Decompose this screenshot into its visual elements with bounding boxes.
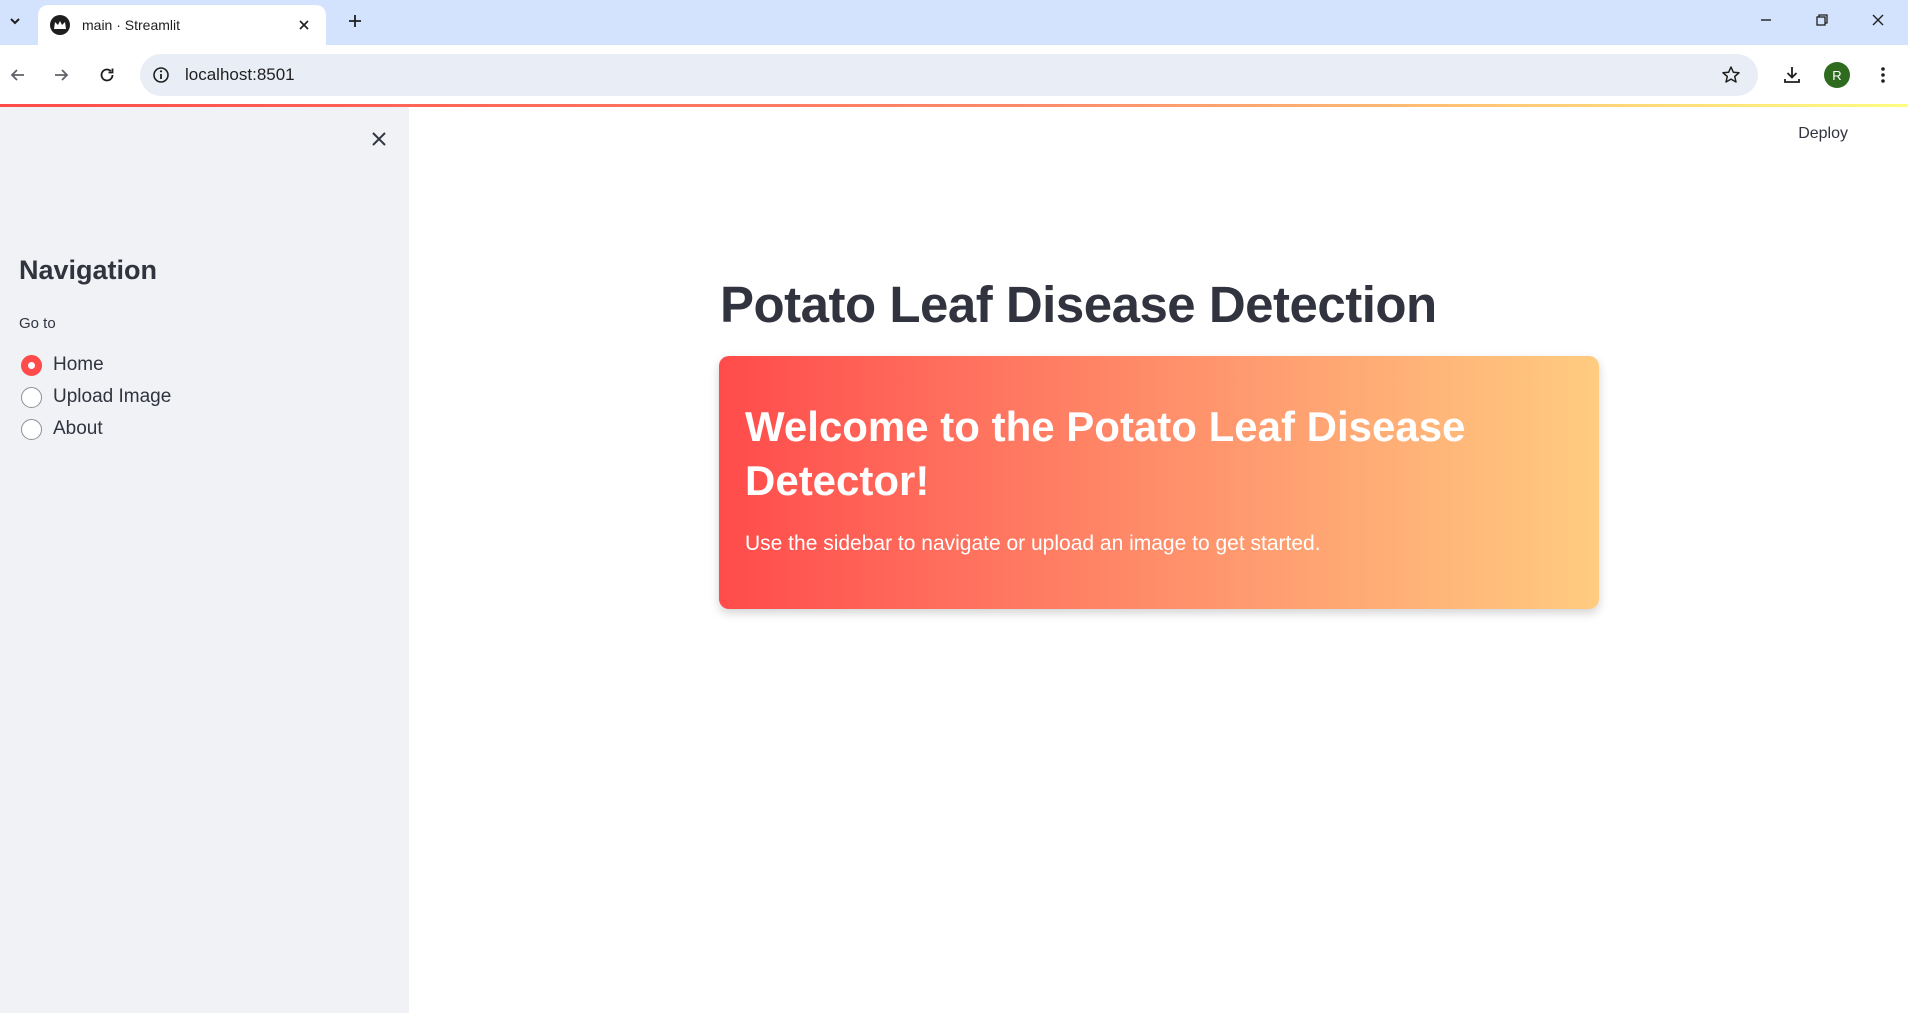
tab-title: main · Streamlit <box>82 17 181 33</box>
sidebar-heading: Navigation <box>19 255 158 285</box>
site-info-button[interactable] <box>149 63 173 87</box>
close-icon <box>299 20 309 30</box>
radio-option-label: About <box>53 418 103 439</box>
arrow-left-icon <box>10 69 24 81</box>
address-bar[interactable]: localhost:8501 <box>140 54 1758 96</box>
restore-button[interactable] <box>1794 0 1850 40</box>
info-icon <box>153 67 169 83</box>
page-title: Potato Leaf Disease Detection <box>720 276 1437 333</box>
welcome-title: Welcome to the Potato Leaf Disease Detec… <box>745 403 1466 504</box>
close-icon <box>372 132 386 146</box>
plus-icon <box>349 15 361 27</box>
minimize-icon <box>1761 19 1771 21</box>
chevron-down-icon <box>10 18 20 25</box>
restore-icon <box>1816 14 1828 26</box>
window-close-button[interactable] <box>1850 0 1906 40</box>
tab-close-button[interactable] <box>294 15 314 35</box>
sidebar: Navigation Go to Home Upload Image About <box>0 107 409 1013</box>
browser-menu-button[interactable] <box>1868 60 1898 90</box>
radio-button[interactable] <box>21 418 42 440</box>
main-content: Deploy Potato Leaf Disease Detection Wel… <box>409 107 1908 1013</box>
profile-avatar[interactable]: R <box>1824 62 1850 88</box>
minimize-button[interactable] <box>1738 0 1794 40</box>
new-tab-button[interactable] <box>342 8 368 34</box>
radio-option-home[interactable]: Home <box>21 349 171 381</box>
radio-option-about[interactable]: About <box>21 413 171 445</box>
url-text: localhost:8501 <box>185 65 295 84</box>
streamlit-crown-icon <box>50 15 70 35</box>
deploy-button[interactable]: Deploy <box>1798 125 1848 143</box>
arrow-right-icon <box>55 69 69 81</box>
nav-radio-group: Home Upload Image About <box>21 349 171 445</box>
download-icon <box>1784 67 1800 83</box>
radio-option-upload-image[interactable]: Upload Image <box>21 381 171 413</box>
welcome-text: Use the sidebar to navigate or upload an… <box>745 532 1321 555</box>
sidebar-close-button[interactable] <box>366 126 392 152</box>
browser-tabstrip: main · Streamlit <box>0 0 1908 45</box>
star-icon <box>1722 66 1740 83</box>
back-button[interactable] <box>3 60 33 90</box>
tab-search-button[interactable] <box>0 3 30 39</box>
kebab-menu-icon <box>1881 67 1885 83</box>
forward-button[interactable] <box>46 60 76 90</box>
radio-option-label: Home <box>53 354 104 375</box>
radio-button-selected[interactable] <box>21 354 42 376</box>
browser-toolbar: localhost:8501 R <box>0 45 1908 105</box>
browser-tab-active[interactable]: main · Streamlit <box>38 5 326 45</box>
radio-group-label: Go to <box>19 315 56 332</box>
welcome-banner: Welcome to the Potato Leaf Disease Detec… <box>719 356 1599 609</box>
bookmark-button[interactable] <box>1720 64 1742 86</box>
reload-button[interactable] <box>92 60 122 90</box>
downloads-button[interactable] <box>1777 60 1807 90</box>
radio-option-label: Upload Image <box>53 386 172 407</box>
radio-button[interactable] <box>21 386 42 408</box>
close-icon <box>1872 14 1884 26</box>
reload-icon <box>100 68 114 82</box>
